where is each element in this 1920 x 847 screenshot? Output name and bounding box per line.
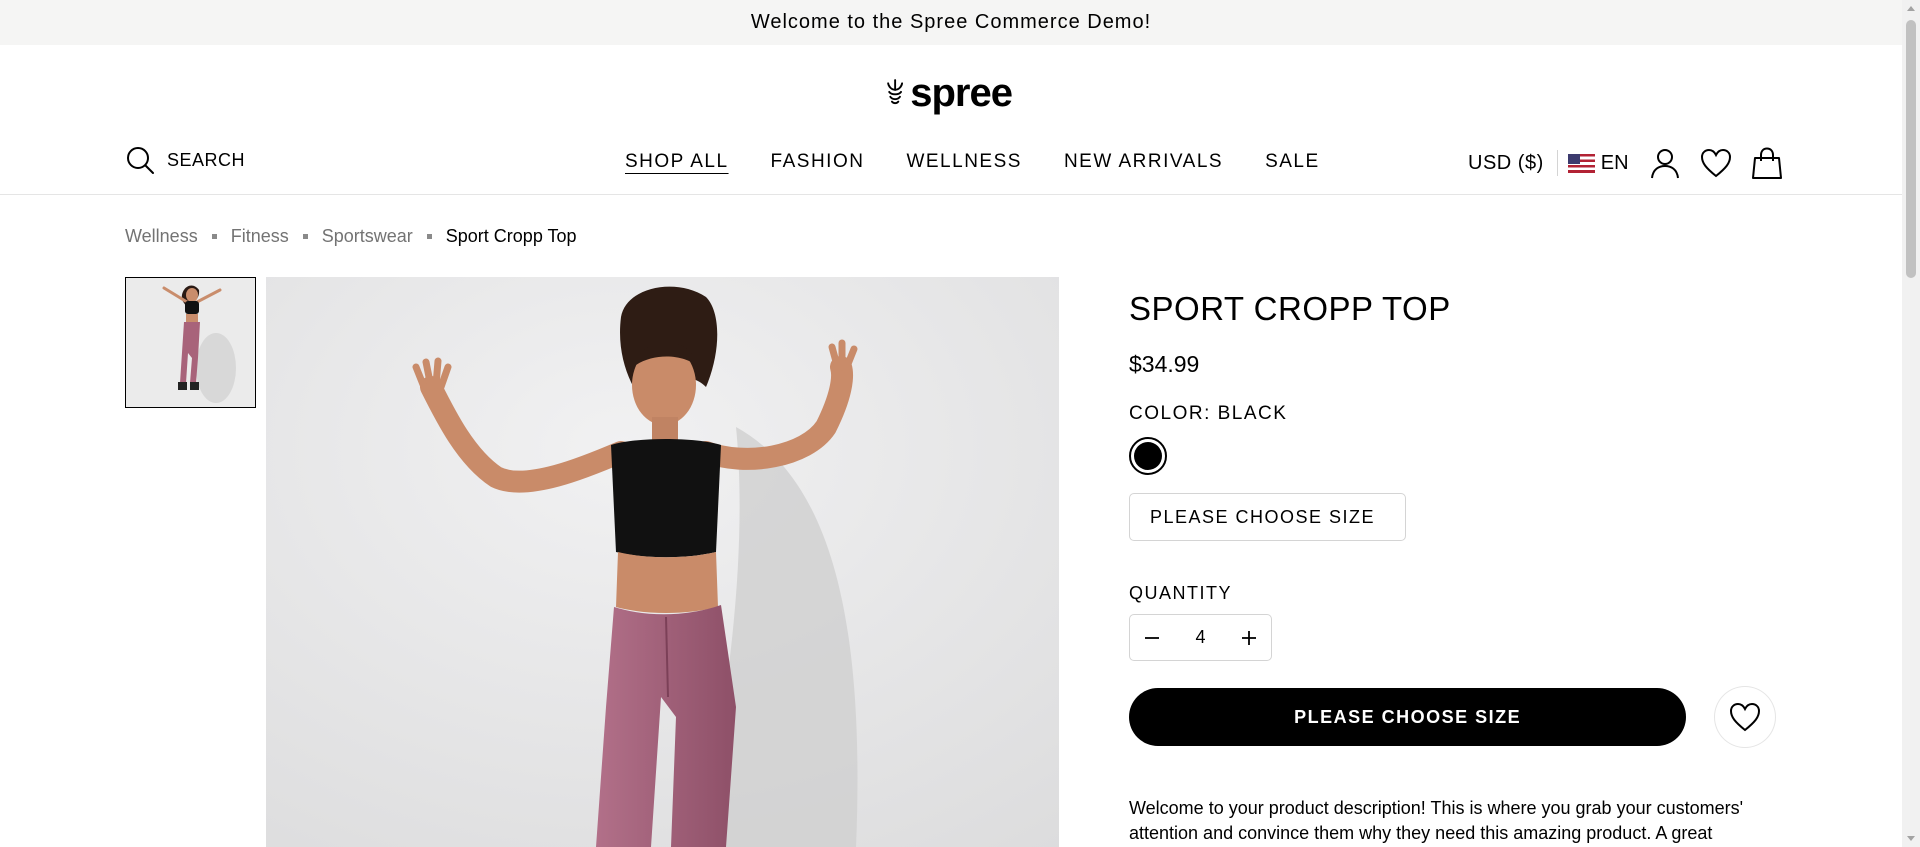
breadcrumb-separator [302, 234, 308, 239]
page-scrollbar[interactable] [1902, 0, 1920, 847]
color-label: COLOR: BLACK [1129, 403, 1288, 424]
plus-icon [1242, 630, 1256, 645]
wishlist-icon [1700, 148, 1731, 178]
quantity-input[interactable] [1175, 627, 1226, 648]
breadcrumb: Wellness Fitness Sportswear Sport Cropp … [125, 226, 577, 247]
wishlist-button[interactable] [1700, 147, 1732, 179]
announcement-bar: Welcome to the Spree Commerce Demo! [0, 0, 1902, 45]
scroll-down-arrow-icon[interactable] [1907, 836, 1915, 841]
size-select-label: PLEASE CHOOSE SIZE [1150, 506, 1376, 527]
decrease-quantity-button[interactable] [1140, 626, 1164, 650]
increase-quantity-button[interactable] [1237, 626, 1261, 650]
header-tools: USD ($) EN [1468, 143, 1783, 183]
search-icon [127, 147, 154, 174]
logo-text: spree [910, 71, 1013, 115]
product-info: SPORT CROPP TOP $34.99 COLOR: BLACK PLEA… [1129, 286, 1776, 846]
size-select[interactable]: PLEASE CHOOSE SIZE [1129, 493, 1407, 541]
add-to-cart-button[interactable]: PLEASE CHOOSE SIZE [1129, 688, 1687, 746]
scroll-up-arrow-icon[interactable] [1907, 6, 1915, 11]
product-title: SPORT CROPP TOP [1129, 290, 1451, 327]
search-button[interactable]: SEARCH [125, 145, 245, 175]
account-button[interactable] [1649, 147, 1681, 179]
breadcrumb-fitness[interactable]: Fitness [231, 226, 289, 247]
swatch-fill [1134, 442, 1162, 470]
language-selector[interactable]: EN [1567, 151, 1629, 175]
cart-icon [1751, 147, 1782, 179]
currency-selector[interactable]: USD ($) [1468, 152, 1544, 175]
product-price: $34.99 [1129, 351, 1200, 377]
cart-button[interactable] [1751, 147, 1783, 179]
divider [1556, 150, 1558, 176]
quantity-label: QUANTITY [1129, 583, 1233, 603]
scrollbar-thumb[interactable] [1906, 20, 1916, 278]
nav-wellness[interactable]: WELLNESS [906, 151, 1021, 173]
account-icon [1650, 149, 1679, 179]
nav-new-arrivals[interactable]: NEW ARRIVALS [1064, 151, 1223, 173]
nav-fashion[interactable]: FASHION [771, 151, 865, 173]
product-photo [266, 277, 1059, 847]
breadcrumb-separator [426, 234, 432, 239]
main-nav: SHOP ALL FASHION WELLNESS NEW ARRIVALS S… [625, 151, 1320, 173]
product-description: Welcome to your product description! Thi… [1129, 798, 1744, 843]
nav-shop-all[interactable]: SHOP ALL [625, 151, 729, 173]
site-header: spree SEARCH SHOP ALL FASHION WELLNESS N… [0, 45, 1902, 195]
add-to-wishlist-button[interactable] [1714, 686, 1776, 748]
minus-icon [1145, 636, 1159, 639]
us-flag-icon [1567, 153, 1595, 173]
nav-sale[interactable]: SALE [1265, 151, 1320, 173]
language-label: EN [1600, 151, 1629, 174]
breadcrumb-current: Sport Cropp Top [445, 226, 577, 246]
breadcrumb-wellness[interactable]: Wellness [125, 226, 198, 247]
product-thumbnail-image [126, 278, 255, 407]
breadcrumb-sportswear[interactable]: Sportswear [322, 226, 413, 247]
search-label: SEARCH [167, 149, 246, 170]
quantity-stepper [1129, 614, 1272, 661]
breadcrumb-separator [211, 234, 217, 239]
add-to-cart-row: PLEASE CHOOSE SIZE [1129, 686, 1776, 748]
logo[interactable]: spree [886, 67, 1013, 119]
main-product-image[interactable] [266, 277, 1059, 847]
product-thumbnail[interactable] [125, 277, 256, 408]
heart-icon [1730, 702, 1761, 732]
spree-logo-icon [887, 79, 904, 105]
color-swatch-black[interactable] [1129, 437, 1167, 475]
announcement-text: Welcome to the Spree Commerce Demo! [750, 11, 1152, 33]
